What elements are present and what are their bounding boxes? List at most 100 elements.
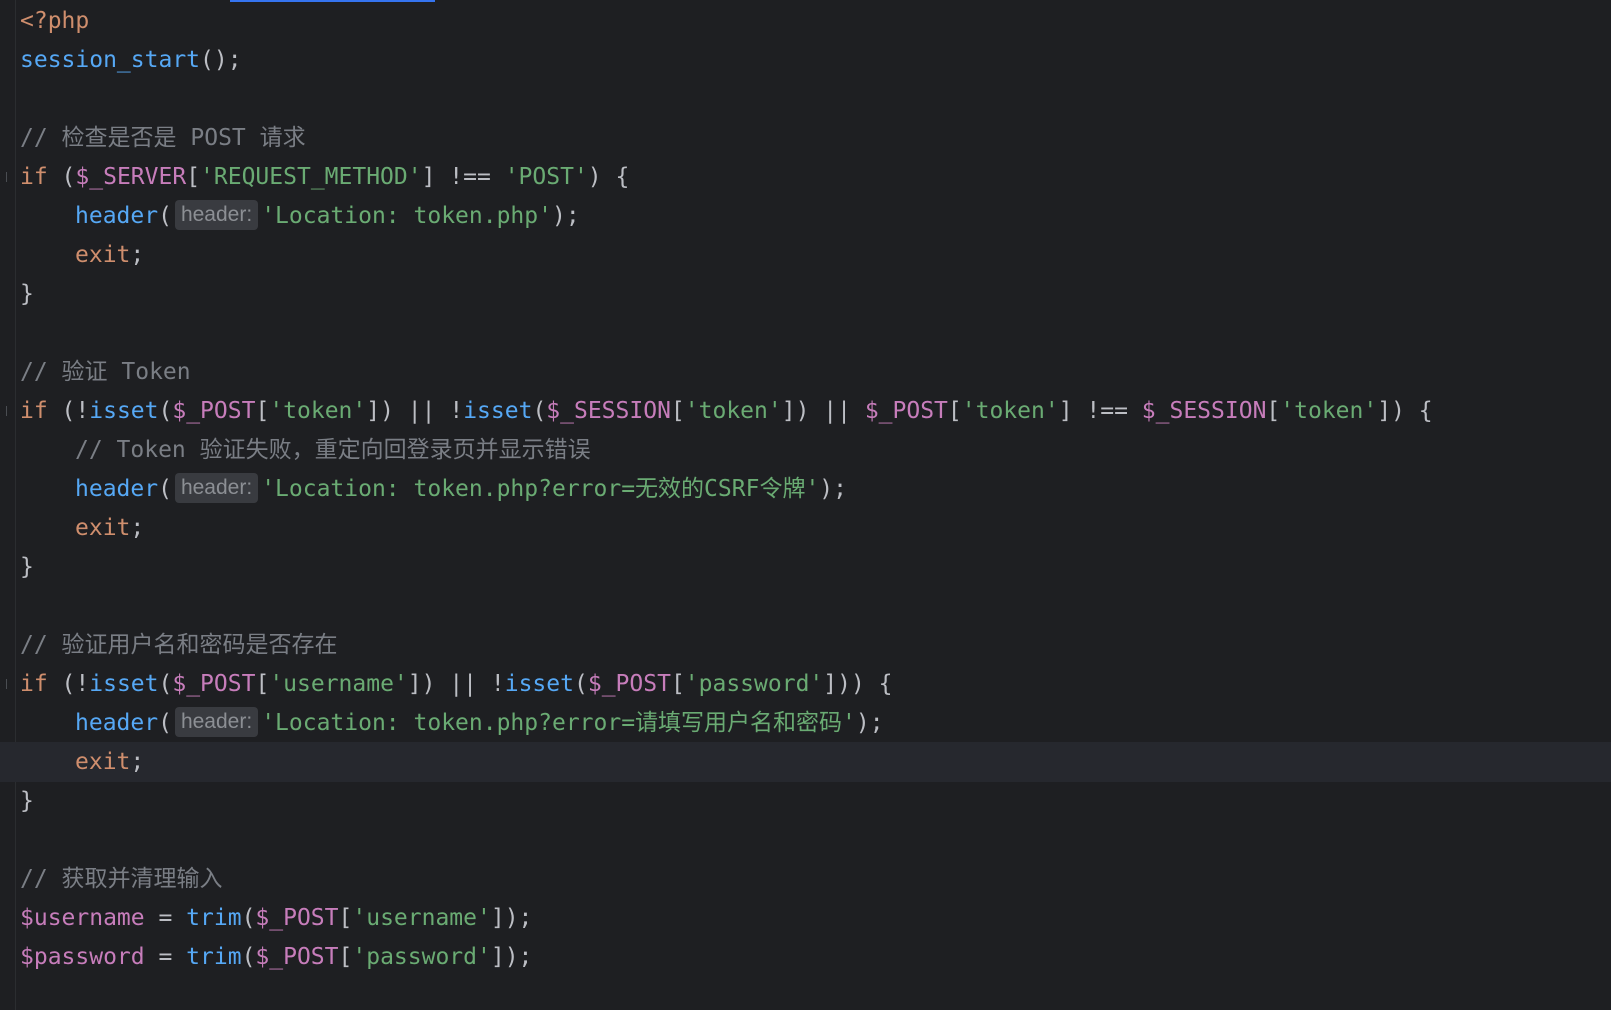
code-line[interactable]: } — [0, 781, 1611, 821]
code-line[interactable]: // 验证用户名和密码是否存在 — [0, 625, 1611, 665]
punctuation-token: = — [144, 905, 187, 931]
line-content: session_start(); — [20, 40, 242, 80]
line-content: // 检查是否是 POST 请求 — [20, 118, 306, 158]
code-editor[interactable]: <?php session_start();// 检查是否是 POST 请求 if … — [0, 0, 1611, 1010]
line-content: // 验证 Token — [20, 352, 191, 392]
punctuation-token: ] !== — [421, 164, 505, 190]
line-content: header(header: 'Location: token.php?error… — [20, 469, 847, 509]
punctuation-token: ] !== — [1058, 398, 1142, 424]
punctuation-token: [ — [255, 671, 270, 697]
function-token: trim — [186, 905, 242, 931]
punctuation-token: ]) || ! — [366, 398, 464, 424]
function-token: isset — [504, 671, 574, 697]
code-line[interactable]: header(header: 'Location: token.php?error… — [0, 703, 1611, 743]
code-line[interactable]: $password = trim($_POST['password']); — [0, 937, 1611, 977]
code-line[interactable]: // 验证 Token — [0, 352, 1611, 392]
punctuation-token: ]) { — [1377, 398, 1433, 424]
code-line[interactable]: if ($_SERVER['REQUEST_METHOD'] !== 'POST… — [0, 157, 1611, 197]
code-line[interactable]: if (!isset($_POST['token']) || !isset($_… — [0, 391, 1611, 431]
comment-token: // Token 验证失败，重定向回登录页并显示错误 — [75, 437, 591, 463]
punctuation-token: ( — [158, 710, 172, 736]
punctuation-token: ; — [130, 515, 145, 541]
comment-token: // 验证 Token — [20, 359, 191, 385]
code-line[interactable] — [0, 586, 1611, 626]
variable-token: $username — [20, 905, 145, 931]
variable-token: $_POST — [864, 398, 948, 424]
line-content: exit; — [20, 742, 144, 782]
line-content: if (!isset($_POST['username']) || !isset… — [20, 664, 893, 704]
punctuation-token: ); — [855, 710, 884, 736]
code-line[interactable]: header(header: 'Location: token.php?error… — [0, 469, 1611, 509]
keyword-token: if — [20, 398, 48, 424]
line-content: exit; — [20, 235, 144, 275]
string-token: 'token' — [684, 398, 782, 424]
punctuation-token: ]) || ! — [407, 671, 505, 697]
function-token: isset — [89, 398, 159, 424]
code-line[interactable]: exit; — [0, 508, 1611, 548]
code-line[interactable]: // 获取并清理输入 — [0, 859, 1611, 899]
code-line[interactable] — [0, 313, 1611, 353]
punctuation-token: ( — [158, 203, 172, 229]
code-line[interactable]: $username = trim($_POST['username']); — [0, 898, 1611, 938]
code-line[interactable]: if (!isset($_POST['username']) || !isset… — [0, 664, 1611, 704]
variable-token: $_POST — [172, 671, 256, 697]
variable-token: $_POST — [172, 398, 256, 424]
punctuation-token: ); — [551, 203, 580, 229]
keyword-token: exit — [75, 749, 131, 775]
punctuation-token: ( — [47, 164, 76, 190]
punctuation-token: ( — [573, 671, 588, 697]
variable-token: $_SESSION — [1141, 398, 1267, 424]
variable-token: $_SESSION — [546, 398, 671, 424]
parameter-hint: header: — [174, 706, 259, 737]
code-line[interactable]: } — [0, 274, 1611, 314]
punctuation-token: ) { — [587, 164, 630, 190]
punctuation-token: [ — [1266, 398, 1281, 424]
keyword-token: <?php — [20, 8, 90, 34]
punctuation-token: ( — [532, 398, 547, 424]
punctuation-token: ( — [241, 944, 256, 970]
code-line[interactable]: // 检查是否是 POST 请求 — [0, 118, 1611, 158]
string-token: 'Location: token.php?error=无效的CSRF令牌' — [261, 476, 820, 502]
punctuation-token: [ — [947, 398, 962, 424]
code-line[interactable]: header(header: 'Location: token.php'); — [0, 196, 1611, 236]
punctuation-token: ]); — [490, 944, 533, 970]
fold-marker-icon[interactable] — [6, 172, 13, 182]
punctuation-token: ); — [819, 476, 847, 502]
punctuation-token: [ — [255, 398, 270, 424]
string-token: 'token' — [961, 398, 1059, 424]
punctuation-token: [ — [338, 905, 353, 931]
punctuation-token: (! — [47, 398, 90, 424]
code-line[interactable]: exit; — [0, 235, 1611, 275]
line-content: $password = trim($_POST['password']); — [20, 937, 532, 977]
punctuation-token: (! — [47, 671, 90, 697]
punctuation-token: ( — [158, 398, 173, 424]
punctuation-token: ])) { — [823, 671, 893, 697]
punctuation-token: ( — [158, 671, 173, 697]
code-line[interactable] — [0, 820, 1611, 860]
fold-marker-icon[interactable] — [6, 679, 13, 689]
keyword-token: if — [20, 164, 48, 190]
line-content: // 获取并清理输入 — [20, 859, 223, 899]
line-content: // 验证用户名和密码是否存在 — [20, 625, 338, 665]
code-line[interactable]: <?php — [0, 1, 1611, 41]
function-token: trim — [186, 944, 242, 970]
keyword-token: exit — [75, 515, 131, 541]
punctuation-token: ; — [130, 749, 145, 775]
punctuation-token: ( — [241, 905, 256, 931]
string-token: 'token' — [269, 398, 367, 424]
parameter-hint: header: — [174, 199, 259, 230]
code-line[interactable]: } — [0, 547, 1611, 587]
fold-marker-icon[interactable] — [6, 406, 13, 416]
code-line[interactable] — [0, 79, 1611, 119]
code-line[interactable]: session_start(); — [0, 40, 1611, 80]
line-content: } — [20, 781, 34, 821]
punctuation-token: ; — [130, 242, 145, 268]
code-line[interactable]: exit; — [0, 742, 1611, 782]
variable-token: $password — [20, 944, 145, 970]
code-line[interactable]: // Token 验证失败，重定向回登录页并显示错误 — [0, 430, 1611, 470]
punctuation-token: [ — [670, 398, 685, 424]
function-token: isset — [89, 671, 159, 697]
string-token: 'Location: token.php' — [261, 203, 552, 229]
string-token: 'Location: token.php?error=请填写用户名和密码' — [261, 710, 856, 736]
parameter-hint: header: — [174, 472, 259, 503]
